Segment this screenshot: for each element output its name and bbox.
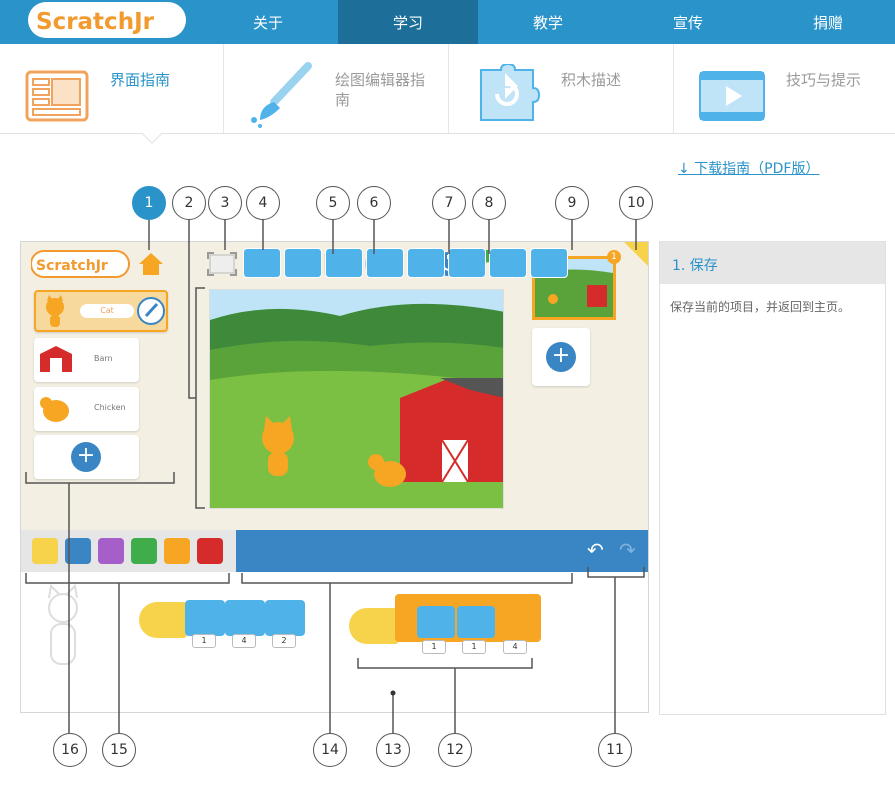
scratchjr-interface-screenshot: ScratchJr AB 1 + xyxy=(20,241,649,713)
nav-about[interactable]: 关于 xyxy=(198,0,338,44)
add-page-button[interactable]: + xyxy=(532,328,590,386)
move-right-block[interactable] xyxy=(243,248,281,278)
go-home-block[interactable] xyxy=(530,248,568,278)
paint-editor-icon[interactable] xyxy=(136,296,166,326)
tab-block-descriptions[interactable]: 积木描述 xyxy=(449,44,674,134)
add-page-plus-icon: + xyxy=(546,342,576,372)
editor-logo: ScratchJr xyxy=(31,250,130,278)
scratchjr-logo[interactable]: ScratchJr xyxy=(28,0,188,40)
looks-blocks-category[interactable] xyxy=(98,538,124,564)
block-param[interactable]: 1 xyxy=(192,634,216,648)
callout-14[interactable]: 14 xyxy=(313,733,347,767)
script-turn-right-block[interactable] xyxy=(417,606,455,638)
block-categories xyxy=(21,530,236,572)
barn-sprite xyxy=(400,378,503,483)
callout-5[interactable]: 5 xyxy=(316,186,350,220)
callout-10[interactable]: 10 xyxy=(619,186,653,220)
script-turn-left-block[interactable] xyxy=(457,606,495,638)
main-nav: 关于 学习 教学 宣传 捐赠 xyxy=(198,0,895,44)
redo-icon[interactable]: ↷ xyxy=(619,538,636,562)
sprite-card-chicken[interactable]: Chicken xyxy=(34,387,139,431)
callout-2[interactable]: 2 xyxy=(172,186,206,220)
script-move-down-block[interactable] xyxy=(225,600,265,636)
info-panel-description: 保存当前的项目，并返回到主页。 xyxy=(670,300,851,314)
presentation-mode-icon[interactable] xyxy=(207,252,237,276)
callout-9[interactable]: 9 xyxy=(555,186,589,220)
cat-sprite-icon xyxy=(46,295,64,327)
download-pdf-link[interactable]: ↓ 下载指南（PDF版） xyxy=(678,158,819,178)
programming-area[interactable]: 1 4 2 1 1 4 xyxy=(21,572,648,712)
hop-block[interactable] xyxy=(489,248,527,278)
motion-blocks-category[interactable] xyxy=(65,538,91,564)
nav-donate[interactable]: 捐赠 xyxy=(758,0,895,44)
block-param[interactable]: 1 xyxy=(422,640,446,654)
tab-paint-editor-guide[interactable]: 绘图编辑器指南 xyxy=(224,44,449,134)
turn-left-block[interactable] xyxy=(448,248,486,278)
callout-3[interactable]: 3 xyxy=(208,186,242,220)
tap-trigger-block[interactable] xyxy=(349,608,399,644)
sprite-name-cat[interactable]: Cat xyxy=(80,304,134,318)
add-character-plus-icon: + xyxy=(71,442,101,472)
interface-icon xyxy=(25,70,89,122)
control-blocks-category[interactable] xyxy=(164,538,190,564)
callout-13[interactable]: 13 xyxy=(376,733,410,767)
block-param[interactable]: 1 xyxy=(462,640,486,654)
move-left-block[interactable] xyxy=(284,248,322,278)
logo-text: ScratchJr xyxy=(36,9,155,35)
callout-info-panel: 1. 保存 保存当前的项目，并返回到主页。 xyxy=(659,241,886,715)
callout-11[interactable]: 11 xyxy=(598,733,632,767)
home-icon[interactable] xyxy=(138,252,164,276)
tab-paint-editor-label: 绘图编辑器指南 xyxy=(335,71,426,109)
block-param[interactable]: 4 xyxy=(503,640,527,654)
tab-interface-guide[interactable]: 界面指南 xyxy=(0,44,224,134)
callout-16[interactable]: 16 xyxy=(53,733,87,767)
chicken-sprite-icon xyxy=(40,397,69,422)
svg-text:ScratchJr: ScratchJr xyxy=(36,258,108,274)
tab-block-descriptions-label: 积木描述 xyxy=(561,71,622,89)
move-down-block[interactable] xyxy=(366,248,404,278)
barn-sprite-icon xyxy=(40,346,72,372)
page-number-badge: 1 xyxy=(607,250,621,264)
sound-blocks-category[interactable] xyxy=(131,538,157,564)
triggering-blocks-category[interactable] xyxy=(32,538,58,564)
callout-6[interactable]: 6 xyxy=(357,186,391,220)
script-move-right-block[interactable] xyxy=(185,600,225,636)
tab-tips-and-hints[interactable]: 技巧与提示 xyxy=(674,44,895,134)
turn-right-block[interactable] xyxy=(407,248,445,278)
paint-brush-icon xyxy=(251,62,312,128)
block-param[interactable]: 4 xyxy=(232,634,256,648)
callout-15[interactable]: 15 xyxy=(102,733,136,767)
script-hop-block[interactable] xyxy=(265,600,305,636)
project-info-corner-icon[interactable] xyxy=(624,242,648,266)
end-blocks-category[interactable] xyxy=(197,538,223,564)
nav-teach[interactable]: 教学 xyxy=(478,0,618,44)
block-param[interactable]: 2 xyxy=(272,634,296,648)
sprite-name-chicken: Chicken xyxy=(94,403,126,412)
callout-1[interactable]: 1 xyxy=(132,186,166,220)
tab-tips-label: 技巧与提示 xyxy=(786,71,862,89)
top-nav-bar: ScratchJr 关于 学习 教学 宣传 捐赠 xyxy=(0,0,895,44)
stage[interactable] xyxy=(209,289,504,509)
callout-8[interactable]: 8 xyxy=(472,186,506,220)
add-character-button[interactable]: + xyxy=(34,435,139,479)
sprite-card-barn[interactable]: Barn xyxy=(34,338,139,382)
sprite-card-cat[interactable]: Cat xyxy=(34,290,168,332)
nav-outreach[interactable]: 宣传 xyxy=(618,0,758,44)
callout-7[interactable]: 7 xyxy=(432,186,466,220)
sprite-name-barn: Barn xyxy=(94,354,113,363)
cat-watermark-icon xyxy=(48,584,78,665)
video-tips-icon xyxy=(699,71,765,121)
nav-learn[interactable]: 学习 xyxy=(338,0,478,44)
undo-icon[interactable]: ↶ xyxy=(587,538,604,562)
move-up-block[interactable] xyxy=(325,248,363,278)
tab-interface-guide-label: 界面指南 xyxy=(110,71,171,89)
callout-12[interactable]: 12 xyxy=(438,733,472,767)
green-flag-trigger-block[interactable] xyxy=(139,602,187,638)
guide-tabs: 界面指南 绘图编辑器指南 积木描述 技巧与提示 xyxy=(0,44,895,134)
callout-4[interactable]: 4 xyxy=(246,186,280,220)
info-panel-title: 1. 保存 xyxy=(660,242,885,284)
puzzle-block-icon xyxy=(480,64,541,121)
